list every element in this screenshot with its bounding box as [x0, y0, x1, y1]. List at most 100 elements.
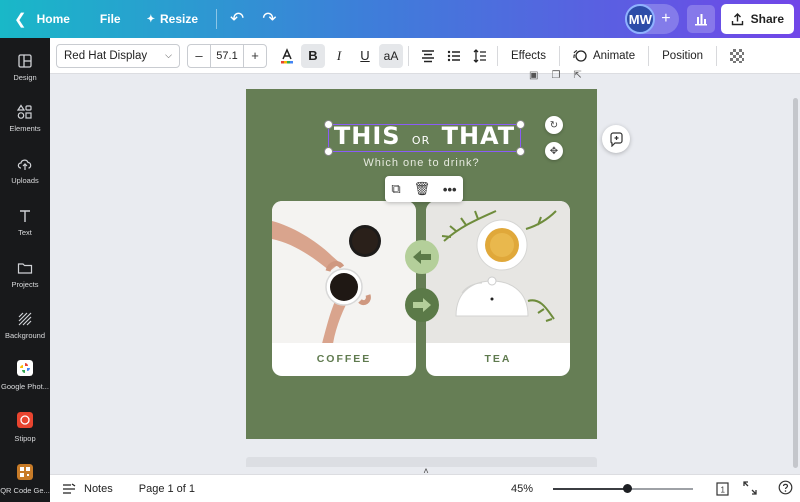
- collaborators[interactable]: MW +: [625, 4, 679, 34]
- undo-icon: ↶: [230, 9, 245, 28]
- font-size-stepper: – 57.1 +: [187, 43, 267, 68]
- resize-button[interactable]: ✦ Resize: [139, 5, 206, 33]
- help-button[interactable]: [778, 480, 793, 498]
- subtitle[interactable]: Which one to drink?: [246, 157, 597, 169]
- sidebar-item-text[interactable]: Text: [0, 207, 50, 237]
- resize-handle-top-right[interactable]: [516, 120, 525, 129]
- zoom-level[interactable]: 45%: [511, 483, 533, 495]
- add-comment-button[interactable]: [602, 125, 630, 153]
- toolbar-divider: [408, 45, 409, 66]
- sidebar-item-background[interactable]: Background: [0, 310, 50, 340]
- resize-handle-top-left[interactable]: [324, 120, 333, 129]
- spacing-button[interactable]: [468, 44, 492, 68]
- redo-button[interactable]: ↷: [253, 5, 285, 33]
- text-color-button[interactable]: [275, 44, 299, 68]
- page-count: 1: [721, 486, 726, 495]
- top-bar: ❮ Home File ✦ Resize ↶ ↷ MW + Share: [0, 0, 800, 38]
- trash-icon[interactable]: 🗑: [414, 181, 431, 197]
- shapes-icon: [17, 104, 32, 119]
- selected-title-text[interactable]: THIS OR THAT: [324, 120, 525, 156]
- zoom-slider[interactable]: [553, 484, 693, 493]
- sidebar-item-stipop[interactable]: Stipop: [0, 412, 50, 443]
- transparency-icon[interactable]: [730, 48, 745, 63]
- add-collaborator-icon[interactable]: +: [661, 10, 670, 28]
- avatar[interactable]: MW: [625, 4, 656, 34]
- decrease-font-size-button[interactable]: –: [188, 48, 210, 63]
- sidebar-item-uploads[interactable]: Uploads: [0, 155, 50, 185]
- more-options-icon[interactable]: •••: [443, 182, 457, 197]
- folder-icon: [17, 263, 33, 274]
- effects-button[interactable]: Effects: [503, 44, 554, 68]
- sidebar-item-label: Uploads: [11, 176, 39, 185]
- page-indicator[interactable]: Page 1 of 1: [139, 483, 195, 495]
- duplicate-page-icon[interactable]: ❐: [551, 70, 560, 81]
- sidebar-item-projects[interactable]: Projects: [0, 259, 50, 289]
- rotate-handle[interactable]: ↻: [545, 116, 563, 134]
- arrow-left-icon: [413, 250, 431, 264]
- sidebar-item-google-photos[interactable]: Google Phot...: [0, 360, 50, 391]
- element-context-menu: ⧉ 🗑 •••: [385, 176, 463, 202]
- sidebar-item-design[interactable]: Design: [0, 52, 50, 82]
- coffee-card[interactable]: COFFEE: [272, 201, 416, 376]
- undo-button[interactable]: ↶: [221, 5, 253, 33]
- move-icon: ✥: [549, 145, 559, 157]
- animate-label: Animate: [592, 49, 636, 62]
- sidebar-item-label: Background: [4, 331, 46, 340]
- add-page-icon[interactable]: ⇱: [573, 70, 581, 81]
- arrow-right-icon: [413, 298, 431, 312]
- bulleted-list-icon: [447, 50, 460, 61]
- chevron-up-icon[interactable]: ˄: [421, 466, 431, 476]
- sidebar-item-label: QR Code Ge...: [0, 486, 50, 495]
- resize-handle-bottom-left[interactable]: [324, 147, 333, 156]
- sidebar-item-label: Stipop: [14, 434, 36, 443]
- file-menu-button[interactable]: File: [92, 5, 129, 33]
- tea-card[interactable]: TEA: [426, 201, 570, 376]
- fullscreen-icon: [743, 481, 757, 495]
- cloud-upload-icon: [17, 159, 32, 170]
- design-page[interactable]: THIS OR THAT Which one to drink? COFFEE: [246, 89, 597, 439]
- duplicate-icon[interactable]: ⧉: [391, 181, 400, 197]
- letter-case-button[interactable]: aA: [379, 43, 403, 68]
- notes-button[interactable]: Notes: [62, 483, 113, 495]
- increase-font-size-button[interactable]: +: [244, 48, 266, 63]
- align-center-button[interactable]: [416, 44, 440, 68]
- notes-label: Notes: [84, 482, 113, 495]
- arrow-left-element[interactable]: [405, 240, 439, 274]
- font-family-dropdown[interactable]: Red Hat Display ⌵: [56, 43, 180, 68]
- fullscreen-button[interactable]: [743, 481, 757, 498]
- resize-handle-bottom-right[interactable]: [516, 147, 525, 156]
- format-toolbar: Red Hat Display ⌵ – 57.1 + B I U aA Effe…: [50, 38, 800, 74]
- position-button[interactable]: Position: [654, 44, 711, 68]
- page-count-button[interactable]: 1: [714, 481, 730, 500]
- arrow-right-element[interactable]: [405, 288, 439, 322]
- bold-button[interactable]: B: [301, 43, 325, 68]
- sidebar-item-elements[interactable]: Elements: [0, 103, 50, 133]
- animate-icon: [573, 49, 587, 62]
- underline-button[interactable]: U: [353, 44, 377, 68]
- share-label: Share: [750, 12, 784, 26]
- bold-icon: B: [308, 48, 318, 63]
- bulleted-list-button[interactable]: [442, 44, 466, 68]
- letter-case-label: aA: [383, 48, 399, 63]
- bar-chart-icon: [694, 14, 707, 26]
- italic-button[interactable]: I: [327, 44, 351, 68]
- title-or: OR: [411, 134, 431, 147]
- animate-button[interactable]: Animate: [565, 44, 643, 68]
- page-title: THIS OR THAT: [329, 122, 520, 150]
- move-handle[interactable]: ✥: [545, 142, 563, 160]
- chevron-down-icon: ⌵: [165, 50, 172, 60]
- share-button[interactable]: Share: [720, 4, 794, 34]
- zoom-slider-knob[interactable]: [623, 484, 632, 493]
- vertical-scrollbar[interactable]: [793, 98, 798, 468]
- qr-code-icon: [17, 464, 33, 480]
- font-family-value: Red Hat Display: [64, 49, 148, 62]
- coffee-photo: [272, 201, 416, 351]
- insights-button[interactable]: [686, 5, 715, 33]
- lock-page-icon[interactable]: ▣: [529, 70, 538, 81]
- home-button[interactable]: ❮ Home: [6, 5, 78, 33]
- line-spacing-icon: [473, 48, 486, 63]
- sidebar-item-label: Google Phot...: [1, 382, 49, 391]
- font-size-input[interactable]: 57.1: [210, 44, 244, 67]
- comment-icon: [609, 131, 623, 147]
- sidebar-item-qr-code[interactable]: QR Code Ge...: [0, 464, 50, 495]
